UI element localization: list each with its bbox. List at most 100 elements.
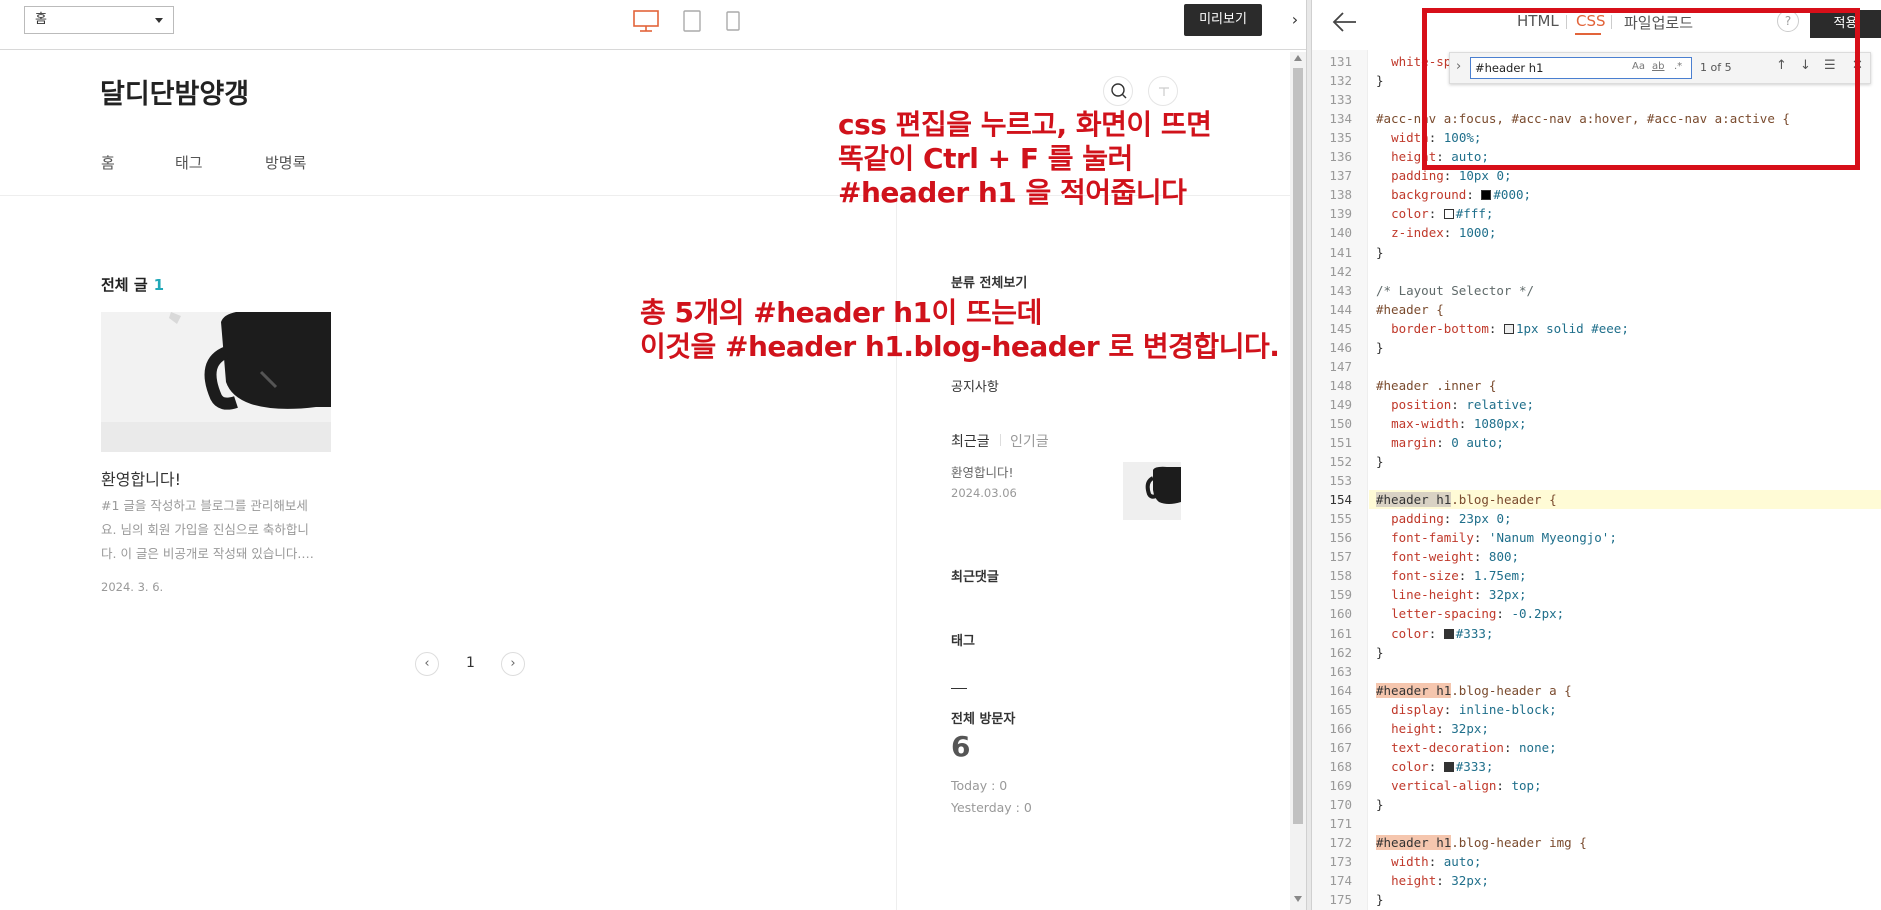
sidebar-recent-post-title[interactable]: 환영합니다! bbox=[951, 462, 1014, 481]
code-line[interactable]: font-weight: 800; bbox=[1376, 547, 1519, 566]
line-number: 133 bbox=[1329, 92, 1352, 108]
code-line[interactable]: } bbox=[1376, 338, 1384, 357]
css-property: z-index bbox=[1391, 225, 1444, 241]
code-line[interactable]: background: #000; bbox=[1376, 185, 1531, 204]
visitors-yesterday: Yesterday : 0 bbox=[951, 800, 1032, 815]
sidebar-recent-post-thumbnail[interactable] bbox=[1123, 462, 1181, 520]
css-colon: : bbox=[1428, 854, 1444, 870]
pager-prev-button[interactable]: ‹ bbox=[415, 652, 439, 676]
desktop-view-icon[interactable] bbox=[632, 8, 660, 34]
css-property: background bbox=[1391, 187, 1467, 203]
code-line[interactable]: margin: 0 auto; bbox=[1376, 433, 1504, 452]
color-swatch[interactable] bbox=[1443, 761, 1454, 772]
nav-tag[interactable]: 태그 bbox=[175, 152, 203, 173]
css-selector: .blog-header { bbox=[1451, 492, 1557, 508]
css-value: 23px 0; bbox=[1458, 511, 1512, 527]
code-line[interactable]: text-decoration: none; bbox=[1376, 738, 1557, 757]
code-line[interactable]: } bbox=[1376, 890, 1384, 909]
tab-recent-posts[interactable]: 최근글 bbox=[951, 431, 990, 451]
code-line[interactable]: max-width: 1080px; bbox=[1376, 414, 1526, 433]
code-line[interactable]: } bbox=[1376, 643, 1384, 662]
close-brace: } bbox=[1376, 339, 1384, 355]
code-line[interactable]: font-family: 'Nanum Myeongjo'; bbox=[1376, 528, 1617, 547]
nav-home[interactable]: 홈 bbox=[101, 152, 115, 173]
collapse-preview-icon[interactable]: › bbox=[1284, 4, 1306, 36]
menu-button[interactable] bbox=[1148, 76, 1178, 106]
pager-next-button[interactable]: › bbox=[501, 652, 525, 676]
visitor-divider bbox=[951, 688, 967, 689]
tab-popular-posts[interactable]: 인기글 bbox=[1010, 431, 1049, 451]
color-swatch[interactable] bbox=[1503, 323, 1514, 334]
preview-button[interactable]: 미리보기 bbox=[1184, 4, 1262, 36]
preview-scrollbar[interactable] bbox=[1290, 52, 1306, 910]
code-line[interactable]: height: 32px; bbox=[1376, 719, 1489, 738]
code-line[interactable]: width: auto; bbox=[1376, 852, 1481, 871]
code-line[interactable]: letter-spacing: -0.2px; bbox=[1376, 604, 1564, 623]
code-line[interactable]: vertical-align: top; bbox=[1376, 776, 1542, 795]
post-title[interactable]: 환영합니다! bbox=[101, 466, 181, 490]
code-line[interactable]: color: #fff; bbox=[1376, 204, 1493, 223]
mobile-view-icon[interactable] bbox=[725, 8, 741, 34]
code-line[interactable]: } bbox=[1376, 795, 1384, 814]
code-line[interactable]: #header h1.blog-header a { bbox=[1376, 681, 1572, 700]
line-number: 140 bbox=[1329, 225, 1352, 241]
search-button[interactable] bbox=[1103, 76, 1133, 106]
post-thumbnail[interactable] bbox=[101, 312, 331, 452]
color-swatch[interactable] bbox=[1443, 628, 1454, 639]
code-line[interactable]: #header h1.blog-header img { bbox=[1376, 833, 1587, 852]
line-number: 141 bbox=[1329, 244, 1352, 260]
post-date: 2024. 3. 6. bbox=[101, 580, 164, 594]
nav-guestbook[interactable]: 방명록 bbox=[265, 152, 306, 173]
css-colon: : bbox=[1488, 320, 1504, 336]
code-line[interactable]: color: #333; bbox=[1376, 757, 1493, 776]
back-arrow-icon[interactable] bbox=[1330, 10, 1360, 34]
line-number: 137 bbox=[1329, 168, 1352, 184]
sidebar-notice[interactable]: 공지사항 bbox=[951, 376, 999, 395]
code-line[interactable]: display: inline-block; bbox=[1376, 700, 1557, 719]
css-value: relative; bbox=[1466, 396, 1535, 412]
code-line[interactable]: font-size: 1.75em; bbox=[1376, 566, 1526, 585]
code-line[interactable]: /* Layout Selector */ bbox=[1376, 281, 1534, 300]
css-property: margin bbox=[1391, 435, 1437, 450]
annotation-instruction-middle: 총 5개의 #header h1이 뜨는데 이것을 #header h1.blo… bbox=[640, 296, 1280, 363]
code-line[interactable]: position: relative; bbox=[1376, 395, 1534, 414]
code-line[interactable]: #header h1.blog-header { bbox=[1376, 490, 1557, 509]
code-line[interactable]: line-height: 32px; bbox=[1376, 585, 1527, 604]
code-line[interactable]: #header { bbox=[1376, 300, 1444, 319]
color-swatch[interactable] bbox=[1481, 190, 1492, 201]
tablet-view-icon[interactable] bbox=[681, 8, 703, 34]
code-line[interactable]: #header .inner { bbox=[1376, 376, 1496, 395]
code-line[interactable]: height: 32px; bbox=[1376, 871, 1489, 890]
css-value: #000; bbox=[1493, 187, 1532, 203]
code-line[interactable]: } bbox=[1376, 71, 1384, 90]
color-swatch[interactable] bbox=[1443, 209, 1454, 220]
css-selector: #header { bbox=[1376, 301, 1444, 317]
code-area[interactable]: 131 white-space: nowrap;132}133134#acc-n… bbox=[1312, 50, 1881, 910]
blog-title[interactable]: 달디단밤양갱 bbox=[100, 72, 249, 111]
visitors-label: 전체 방문자 bbox=[951, 712, 1016, 727]
line-number: 153 bbox=[1329, 473, 1352, 489]
line-number: 147 bbox=[1329, 358, 1352, 374]
scroll-thumb[interactable] bbox=[1293, 68, 1303, 824]
code-line[interactable]: z-index: 1000; bbox=[1376, 223, 1496, 242]
code-line[interactable]: padding: 23px 0; bbox=[1376, 509, 1512, 528]
scroll-down-icon[interactable] bbox=[1294, 896, 1302, 902]
code-line[interactable]: } bbox=[1376, 243, 1384, 262]
pager-current[interactable]: 1 bbox=[466, 655, 475, 671]
css-value: -0.2px; bbox=[1511, 606, 1565, 622]
code-line[interactable]: } bbox=[1376, 452, 1384, 471]
code-line[interactable]: color: #333; bbox=[1376, 624, 1493, 643]
line-number: 174 bbox=[1329, 873, 1352, 889]
code-line[interactable]: border-bottom: 1px solid #eee; bbox=[1376, 319, 1629, 338]
page-select[interactable]: 홈 bbox=[24, 6, 174, 34]
line-number: 161 bbox=[1329, 625, 1352, 641]
scroll-up-icon[interactable] bbox=[1294, 55, 1302, 61]
sidebar-category-all[interactable]: 분류 전체보기 bbox=[951, 272, 1027, 291]
css-value: 0 auto; bbox=[1451, 435, 1504, 450]
